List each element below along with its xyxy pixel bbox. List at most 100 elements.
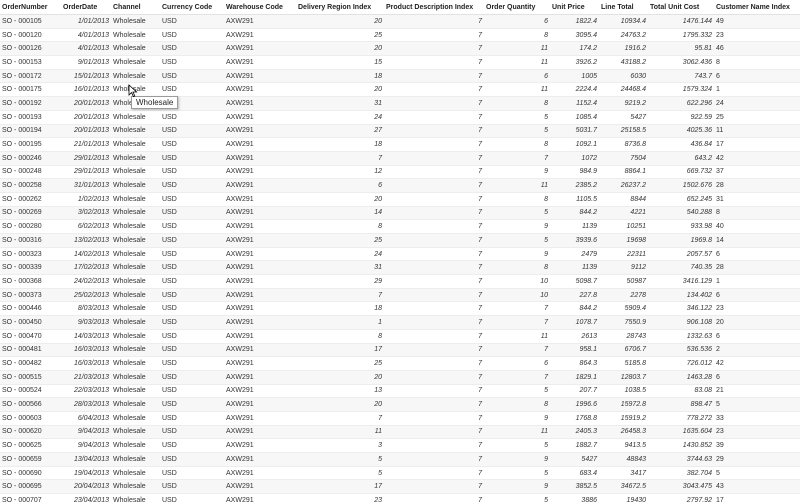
cell-order-quantity[interactable]: 8 bbox=[484, 137, 550, 152]
table-row[interactable]: SO - 000153 9/01/2013 Wholesale USD AXW291 15… bbox=[0, 55, 800, 70]
cell-orderdate[interactable]: 20/01/2013 bbox=[61, 110, 111, 125]
cell-customer-name-index[interactable]: 21 bbox=[714, 384, 800, 399]
cell-line-total[interactable]: 9112 bbox=[599, 260, 648, 276]
cell-line-total[interactable]: 7504 bbox=[599, 151, 648, 166]
cell-total-unit-cost[interactable]: 922.59 bbox=[648, 110, 714, 125]
cell-order-quantity[interactable]: 11 bbox=[484, 41, 550, 57]
cell-customer-name-index[interactable]: 20 bbox=[714, 315, 800, 330]
cell-total-unit-cost[interactable]: 740.35 bbox=[648, 260, 714, 276]
cell-delivery-region-index[interactable]: 29 bbox=[296, 274, 384, 289]
cell-currency-code[interactable]: USD bbox=[160, 247, 224, 262]
cell-total-unit-cost[interactable]: 1579.324 bbox=[648, 82, 714, 98]
cell-product-description-index[interactable]: 7 bbox=[384, 219, 484, 234]
cell-warehouse-code[interactable]: AXW291 bbox=[224, 151, 296, 166]
table-row[interactable]: SO - 000269 3/02/2013 Wholesale USD AXW291 14… bbox=[0, 206, 800, 221]
cell-delivery-region-index[interactable]: 17 bbox=[296, 479, 384, 495]
cell-warehouse-code[interactable]: AXW291 bbox=[224, 356, 296, 371]
cell-delivery-region-index[interactable]: 1 bbox=[296, 315, 384, 330]
cell-warehouse-code[interactable]: AXW291 bbox=[224, 425, 296, 440]
cell-order-quantity[interactable]: 8 bbox=[484, 28, 550, 43]
cell-line-total[interactable]: 8844 bbox=[599, 192, 648, 207]
cell-line-total[interactable]: 19698 bbox=[599, 233, 648, 248]
cell-channel[interactable]: Wholesale bbox=[111, 301, 160, 317]
cell-ordernumber[interactable]: SO - 000126 bbox=[0, 41, 61, 57]
cell-channel[interactable]: Wholesale bbox=[111, 411, 160, 426]
cell-warehouse-code[interactable]: AXW291 bbox=[224, 14, 296, 29]
cell-order-quantity[interactable]: 6 bbox=[484, 356, 550, 371]
cell-ordernumber[interactable]: SO - 000280 bbox=[0, 219, 61, 234]
cell-customer-name-index[interactable]: 39 bbox=[714, 438, 800, 453]
column-header-delivery-region-index[interactable]: Delivery Region Index bbox=[296, 0, 384, 15]
cell-currency-code[interactable]: USD bbox=[160, 178, 224, 193]
cell-line-total[interactable]: 19430 bbox=[599, 493, 648, 503]
cell-warehouse-code[interactable]: AXW291 bbox=[224, 493, 296, 503]
cell-delivery-region-index[interactable]: 31 bbox=[296, 96, 384, 111]
cell-customer-name-index[interactable]: 1 bbox=[714, 274, 800, 289]
cell-product-description-index[interactable]: 7 bbox=[384, 165, 484, 180]
cell-orderdate[interactable]: 9/04/2013 bbox=[61, 438, 111, 453]
cell-total-unit-cost[interactable]: 382.704 bbox=[648, 466, 714, 481]
cell-product-description-index[interactable]: 7 bbox=[384, 438, 484, 453]
table-row[interactable]: SO - 000248 29/01/2013 Wholesale USD AXW291 1… bbox=[0, 165, 800, 180]
cell-total-unit-cost[interactable]: 1969.8 bbox=[648, 233, 714, 248]
cell-order-quantity[interactable]: 8 bbox=[484, 260, 550, 276]
table-row[interactable]: SO - 000524 22/03/2013 Wholesale USD AXW291 1… bbox=[0, 384, 800, 399]
cell-product-description-index[interactable]: 7 bbox=[384, 41, 484, 57]
cell-product-description-index[interactable]: 7 bbox=[384, 452, 484, 467]
cell-ordernumber[interactable]: SO - 000153 bbox=[0, 55, 61, 70]
cell-unit-price[interactable]: 1078.7 bbox=[550, 315, 599, 330]
cell-line-total[interactable]: 24763.2 bbox=[599, 28, 648, 43]
cell-currency-code[interactable]: USD bbox=[160, 397, 224, 412]
cell-order-quantity[interactable]: 8 bbox=[484, 397, 550, 412]
cell-currency-code[interactable]: USD bbox=[160, 82, 224, 98]
cell-channel[interactable]: Wholesale bbox=[111, 288, 160, 303]
cell-total-unit-cost[interactable]: 1430.852 bbox=[648, 438, 714, 453]
cell-warehouse-code[interactable]: AXW291 bbox=[224, 479, 296, 495]
cell-delivery-region-index[interactable]: 25 bbox=[296, 233, 384, 248]
cell-order-quantity[interactable]: 8 bbox=[484, 192, 550, 207]
cell-total-unit-cost[interactable]: 1332.63 bbox=[648, 329, 714, 344]
cell-order-quantity[interactable]: 9 bbox=[484, 479, 550, 495]
cell-channel[interactable]: Wholesale bbox=[111, 124, 160, 139]
cell-orderdate[interactable]: 31/01/2013 bbox=[61, 178, 111, 193]
cell-orderdate[interactable]: 1/01/2013 bbox=[61, 14, 111, 29]
cell-channel[interactable]: Wholesale bbox=[111, 397, 160, 412]
cell-currency-code[interactable]: USD bbox=[160, 315, 224, 330]
cell-order-quantity[interactable]: 7 bbox=[484, 301, 550, 317]
cell-warehouse-code[interactable]: AXW291 bbox=[224, 178, 296, 193]
cell-delivery-region-index[interactable]: 31 bbox=[296, 260, 384, 276]
cell-delivery-region-index[interactable]: 7 bbox=[296, 411, 384, 426]
table-row[interactable]: SO - 000126 4/01/2013 Wholesale USD AXW291 20… bbox=[0, 41, 800, 57]
cell-delivery-region-index[interactable]: 8 bbox=[296, 329, 384, 344]
cell-total-unit-cost[interactable]: 436.84 bbox=[648, 137, 714, 152]
cell-ordernumber[interactable]: SO - 000258 bbox=[0, 178, 61, 193]
cell-line-total[interactable]: 8864.1 bbox=[599, 165, 648, 180]
cell-total-unit-cost[interactable]: 726.012 bbox=[648, 356, 714, 371]
cell-total-unit-cost[interactable]: 933.98 bbox=[648, 219, 714, 234]
cell-ordernumber[interactable]: SO - 000470 bbox=[0, 329, 61, 344]
cell-ordernumber[interactable]: SO - 000368 bbox=[0, 274, 61, 289]
cell-order-quantity[interactable]: 7 bbox=[484, 343, 550, 358]
cell-customer-name-index[interactable]: 31 bbox=[714, 192, 800, 207]
cell-customer-name-index[interactable]: 28 bbox=[714, 260, 800, 276]
cell-order-quantity[interactable]: 9 bbox=[484, 219, 550, 234]
cell-delivery-region-index[interactable]: 23 bbox=[296, 493, 384, 503]
cell-orderdate[interactable]: 17/02/2013 bbox=[61, 260, 111, 276]
cell-customer-name-index[interactable]: 29 bbox=[714, 452, 800, 467]
cell-order-quantity[interactable]: 11 bbox=[484, 425, 550, 440]
cell-currency-code[interactable]: USD bbox=[160, 219, 224, 234]
cell-orderdate[interactable]: 14/03/2013 bbox=[61, 329, 111, 344]
cell-ordernumber[interactable]: SO - 000192 bbox=[0, 96, 61, 111]
cell-product-description-index[interactable]: 7 bbox=[384, 14, 484, 29]
cell-delivery-region-index[interactable]: 15 bbox=[296, 55, 384, 70]
cell-channel[interactable]: Wholesale bbox=[111, 438, 160, 453]
cell-total-unit-cost[interactable]: 95.81 bbox=[648, 41, 714, 57]
cell-total-unit-cost[interactable]: 346.122 bbox=[648, 301, 714, 317]
table-row[interactable]: SO - 000280 6/02/2013 Wholesale USD AXW291 8 7… bbox=[0, 219, 800, 234]
table-row[interactable]: SO - 000481 16/03/2013 Wholesale USD AXW291 1… bbox=[0, 343, 800, 358]
cell-product-description-index[interactable]: 7 bbox=[384, 411, 484, 426]
table-row[interactable]: SO - 000625 9/04/2013 Wholesale USD AXW291 3 7… bbox=[0, 438, 800, 453]
cell-total-unit-cost[interactable]: 3416.129 bbox=[648, 274, 714, 289]
cell-total-unit-cost[interactable]: 1476.144 bbox=[648, 14, 714, 29]
cell-unit-price[interactable]: 3939.6 bbox=[550, 233, 599, 248]
